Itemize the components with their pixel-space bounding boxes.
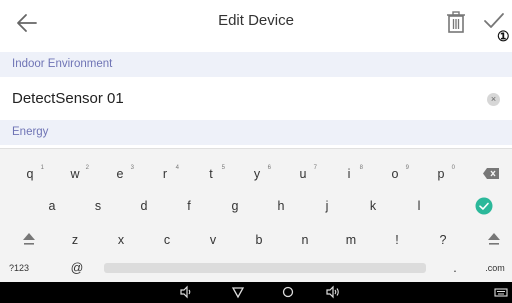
keyboard-icon[interactable] [494,285,508,299]
section-header-indoor: Indoor Environment [0,52,512,77]
key-e[interactable]: e3 [105,161,135,187]
key-w[interactable]: w2 [60,161,90,187]
app-header: Edit Device ① [0,0,512,48]
home-nav-icon[interactable] [280,285,296,299]
key-c[interactable]: c [152,227,182,253]
trash-icon[interactable] [445,10,467,34]
key-m[interactable]: m [336,227,366,253]
key-p[interactable]: p0 [426,161,456,187]
key-a[interactable]: a [37,193,67,219]
key-l[interactable]: l [404,193,434,219]
section-label: Indoor Environment [12,58,113,70]
key-period[interactable]: . [440,255,470,281]
section-header-energy: Energy [0,120,512,145]
key-i[interactable]: i8 [334,161,364,187]
key-x[interactable]: x [106,227,136,253]
key-question[interactable]: ? [428,227,458,253]
key-h[interactable]: h [266,193,296,219]
shift-arrow-icon[interactable] [486,231,502,247]
volume-down-icon[interactable] [178,285,194,299]
shift-arrow-icon[interactable] [21,231,37,247]
key-u[interactable]: u7 [288,161,318,187]
key-k[interactable]: k [358,193,388,219]
key-d[interactable]: d [129,193,159,219]
key-y[interactable]: y6 [242,161,272,187]
key-o[interactable]: o9 [380,161,410,187]
device-name-row: × [0,78,512,120]
key-v[interactable]: v [198,227,228,253]
callout-marker: ① [497,28,510,44]
volume-up-icon[interactable] [325,285,341,299]
clear-x-icon[interactable]: × [487,93,500,106]
key-symbols[interactable]: ?123 [4,255,34,281]
key-t[interactable]: t5 [196,161,226,187]
key-b[interactable]: b [244,227,274,253]
key-at[interactable]: @ [62,255,92,281]
section-label: Energy [12,126,49,138]
key-space[interactable] [104,263,426,273]
key-dotcom[interactable]: .com [480,255,510,281]
key-g[interactable]: g [220,193,250,219]
system-nav-bar [0,282,512,303]
key-s[interactable]: s [83,193,113,219]
key-exclamation[interactable]: ! [382,227,412,253]
back-nav-icon[interactable] [230,285,246,299]
key-z[interactable]: z [60,227,90,253]
soft-keyboard: q1 w2 e3 r4 t5 y6 u7 i8 o9 p0 a s d f g … [0,148,512,283]
backspace-icon[interactable] [482,167,500,180]
key-n[interactable]: n [290,227,320,253]
key-r[interactable]: r4 [150,161,180,187]
done-check-icon[interactable] [475,197,493,215]
page-title: Edit Device [218,12,294,29]
key-q[interactable]: q1 [15,161,45,187]
key-j[interactable]: j [312,193,342,219]
device-name-input[interactable] [12,86,452,110]
key-f[interactable]: f [174,193,204,219]
